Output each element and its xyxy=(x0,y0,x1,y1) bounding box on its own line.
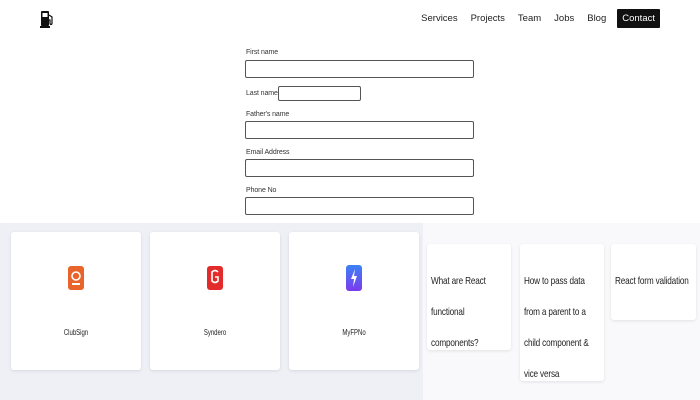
fuel-pump-icon[interactable] xyxy=(40,10,54,28)
project-card-clubsign[interactable]: ClubSign xyxy=(11,232,141,370)
phone-label: Phone No xyxy=(246,187,277,194)
first-name-field[interactable] xyxy=(245,60,474,78)
nav-projects[interactable]: Projects xyxy=(471,9,505,28)
site-header: Services Projects Team Jobs Blog Contact xyxy=(0,0,700,40)
project-card-myfpno[interactable]: MyFPNo xyxy=(289,232,419,370)
clubsign-app-icon xyxy=(68,254,84,302)
email-field[interactable] xyxy=(245,159,474,177)
main-nav: Services Projects Team Jobs Blog Contact xyxy=(408,9,660,28)
last-name-label: Last name xyxy=(246,90,278,97)
first-name-label: First name xyxy=(246,49,279,56)
project-card-syndero[interactable]: Syndero xyxy=(150,232,280,370)
blog-title: What are React functional components? xyxy=(431,275,486,349)
father-name-field[interactable] xyxy=(245,121,474,139)
nav-jobs[interactable]: Jobs xyxy=(554,9,574,28)
syndero-app-icon xyxy=(207,254,223,302)
father-name-label: Father's name xyxy=(246,111,290,118)
phone-field[interactable] xyxy=(245,197,474,215)
nav-contact-button[interactable]: Contact xyxy=(617,9,660,28)
last-name-field[interactable] xyxy=(278,86,361,101)
nav-services[interactable]: Services xyxy=(421,9,457,28)
myfpno-app-icon xyxy=(346,254,362,302)
project-name: ClubSign xyxy=(63,328,89,337)
blog-title: React form validation xyxy=(615,275,689,287)
nav-team[interactable]: Team xyxy=(518,9,541,28)
project-name: MyFPNo xyxy=(342,328,366,337)
blog-card[interactable]: What are React functional components? xyxy=(427,244,511,350)
project-name: Syndero xyxy=(203,328,227,337)
nav-blog[interactable]: Blog xyxy=(587,9,606,28)
blog-card[interactable]: How to pass data from a parent to a chil… xyxy=(520,244,604,381)
blog-title: How to pass data from a parent to a chil… xyxy=(524,275,589,380)
email-label: Email Address xyxy=(246,149,290,156)
blog-card[interactable]: React form validation xyxy=(611,244,696,320)
